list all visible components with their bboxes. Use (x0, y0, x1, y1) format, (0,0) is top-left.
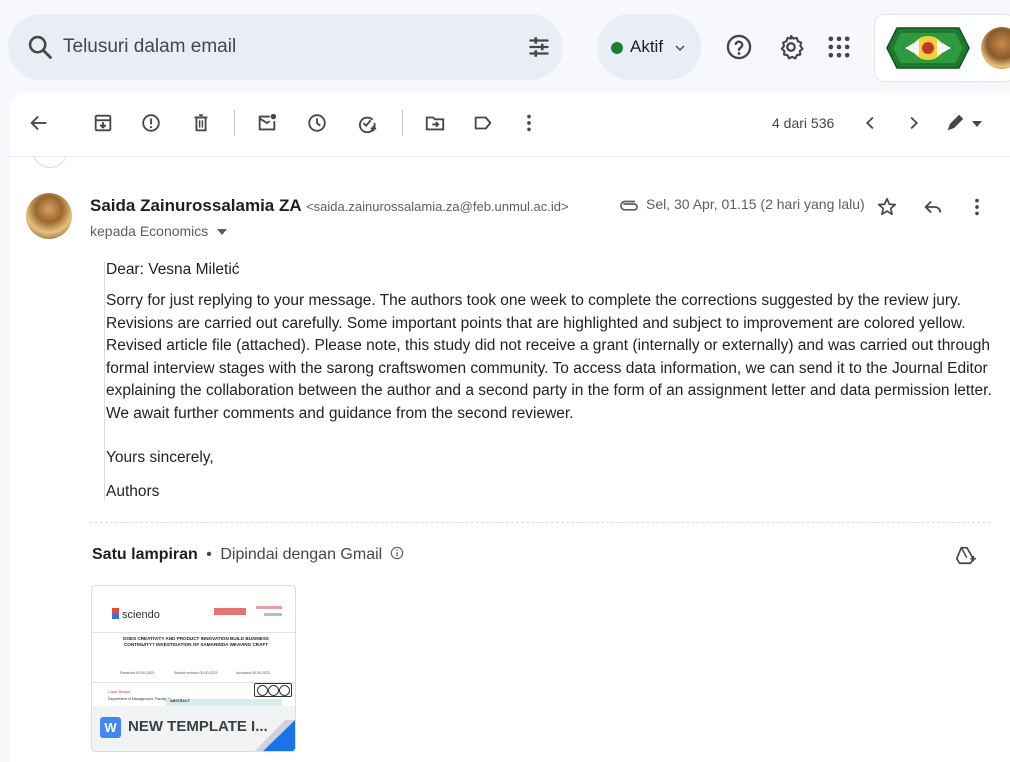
help-icon[interactable] (725, 33, 753, 61)
status-dot-icon (611, 42, 623, 54)
account-avatar[interactable] (981, 27, 1010, 69)
signature-text: Authors (106, 483, 160, 500)
preview-line (264, 613, 282, 616)
search-icon[interactable] (26, 33, 54, 61)
separator-dot: • (206, 546, 212, 563)
preview-received: Received 00.00.2023 (120, 671, 154, 675)
sender-email: <saida.zainurossalamia.za@feb.unmul.ac.i… (306, 199, 569, 214)
toolbar-divider (402, 110, 403, 136)
closing-text: Yours sincerely, (106, 449, 214, 466)
chevron-down-icon (675, 45, 685, 51)
attachment-file-name: NEW TEMPLATE I... (128, 718, 268, 735)
pagination-count: 4 dari 536 (772, 115, 835, 131)
apps-grid-icon[interactable] (825, 33, 853, 61)
search-bar[interactable]: Telusuri dalam email (8, 14, 563, 80)
message-date: Sel, 30 Apr, 01.15 (2 hari yang lalu) (646, 196, 865, 212)
attachments-divider (90, 522, 990, 523)
preview-dept: Department of Management, Faculty of (108, 697, 171, 701)
snooze-clock-icon[interactable] (306, 112, 328, 134)
attachment-clip-icon (620, 200, 638, 211)
greeting-text: Dear: Vesna Miletić (106, 261, 240, 278)
message-body-paragraph: Sorry for just replying to your message.… (106, 292, 992, 422)
label-tag-icon[interactable] (472, 112, 494, 134)
preview-rule (92, 682, 295, 683)
attachment-preview: sciendo DOES CREATIVITY AND PRODUCT INNO… (92, 586, 295, 706)
collapsed-thread-indicator[interactable] (32, 156, 68, 168)
journal-logo-mark (214, 608, 246, 615)
info-icon[interactable] (390, 546, 404, 560)
preview-headline: DOES CREATIVITY AND PRODUCT INNOVATION B… (123, 636, 269, 647)
scanned-label: Dipindai dengan Gmail (220, 546, 383, 563)
add-to-tasks-icon[interactable] (356, 112, 378, 134)
preview-abstract: ABSTRACT (166, 699, 282, 706)
creative-commons-icon (254, 683, 292, 697)
preview-rule (92, 632, 295, 633)
sender-name[interactable]: Saida Zainurossalamia ZA (90, 196, 302, 215)
mark-unread-icon[interactable] (256, 112, 278, 134)
file-corner-fold-icon (255, 720, 295, 751)
preview-line (256, 606, 282, 609)
recipient-line[interactable]: kepada Economics (90, 223, 227, 241)
word-file-icon: W (100, 717, 121, 738)
add-to-drive-icon[interactable] (954, 544, 976, 566)
message-more-options-icon[interactable] (966, 196, 988, 218)
preview-accepted: Accepted 00.00.2023 (236, 671, 270, 675)
account-switcher[interactable] (874, 14, 1010, 82)
archive-icon[interactable] (92, 112, 114, 134)
attachment-card[interactable]: sciendo DOES CREATIVITY AND PRODUCT INNO… (91, 585, 296, 752)
sender-avatar[interactable] (26, 193, 72, 239)
delete-trash-icon[interactable] (190, 112, 212, 134)
back-arrow-icon[interactable] (28, 112, 50, 134)
toolbar-divider (234, 110, 235, 136)
star-icon[interactable] (876, 196, 898, 218)
move-to-folder-icon[interactable] (424, 112, 446, 134)
status-label: Aktif (630, 37, 664, 56)
sciendo-logo-icon (112, 608, 119, 619)
chevron-down-icon[interactable] (216, 228, 227, 236)
reply-arrow-icon[interactable] (922, 196, 944, 218)
search-input[interactable]: Telusuri dalam email (63, 36, 236, 58)
sender-line: Saida Zainurossalamia ZA <saida.zainuros… (90, 196, 569, 216)
preview-revision: Submit revision 00.00.2023 (174, 671, 218, 675)
preview-case-label: Case Report (108, 689, 131, 694)
report-spam-icon[interactable] (140, 112, 162, 134)
search-options-icon[interactable] (526, 34, 552, 60)
settings-gear-icon[interactable] (777, 33, 805, 61)
toolbar-divider-line (10, 156, 1010, 157)
organization-logo-icon (886, 27, 970, 69)
preview-brand: sciendo (112, 605, 160, 623)
more-options-icon[interactable] (518, 112, 540, 134)
next-chevron-icon[interactable] (902, 112, 924, 134)
chevron-down-icon[interactable] (972, 120, 982, 128)
input-tools-pen-icon[interactable] (944, 112, 966, 134)
attachments-header: Satu lampiran • Dipindai dengan Gmail (92, 546, 404, 564)
status-toggle[interactable]: Aktif (597, 14, 701, 80)
previous-chevron-icon[interactable] (860, 112, 882, 134)
attachments-title: Satu lampiran (92, 546, 198, 563)
recipient-label: kepada Economics (90, 223, 209, 239)
